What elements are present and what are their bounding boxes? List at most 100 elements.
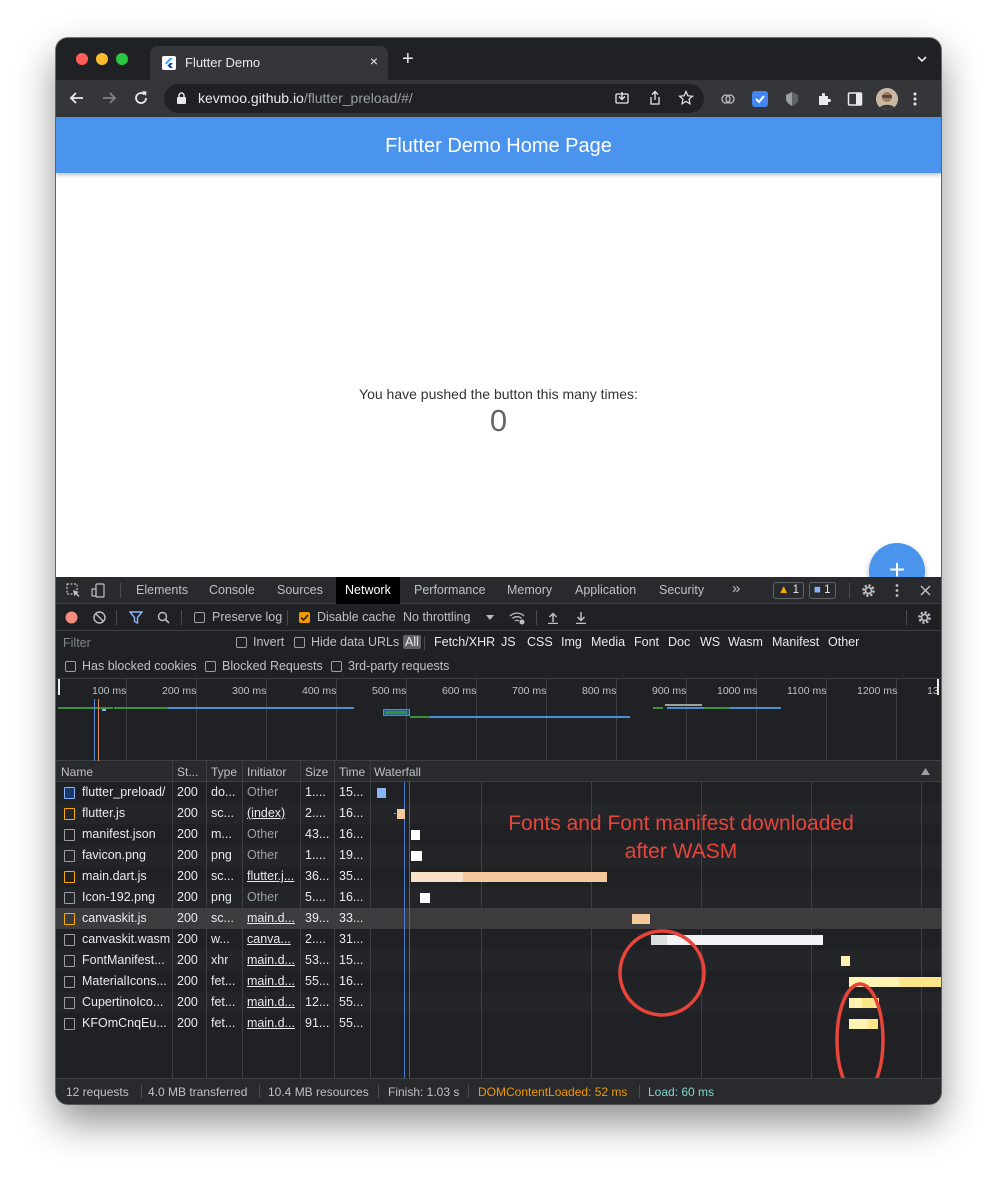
- settings-gear-icon[interactable]: [861, 583, 876, 598]
- filter-type-wasm[interactable]: Wasm: [726, 635, 765, 649]
- extension-shield-icon[interactable]: [784, 91, 800, 107]
- tab-elements[interactable]: Elements: [136, 583, 188, 597]
- extension-checkmark-icon[interactable]: [752, 91, 768, 107]
- column-header-status[interactable]: St...: [177, 765, 198, 779]
- warnings-badge[interactable]: ▲ 1: [773, 582, 804, 599]
- forward-arrow-icon[interactable]: [100, 89, 118, 107]
- filter-type-doc[interactable]: Doc: [666, 635, 692, 649]
- side-panel-icon[interactable]: [847, 91, 863, 107]
- hide-data-urls-label: Hide data URLs: [311, 635, 400, 649]
- request-initiator-link[interactable]: main.d...: [247, 911, 299, 925]
- has-blocked-cookies-checkbox[interactable]: [65, 661, 76, 672]
- dom-content-loaded-line: [404, 782, 405, 1078]
- close-window-button[interactable]: [76, 53, 88, 65]
- preserve-log-checkbox[interactable]: [194, 612, 205, 623]
- column-header-initiator[interactable]: Initiator: [247, 765, 286, 779]
- column-header-size[interactable]: Size: [305, 765, 328, 779]
- back-arrow-icon[interactable]: [68, 89, 86, 107]
- install-app-icon[interactable]: [614, 90, 630, 106]
- overview-handle-right[interactable]: [937, 679, 939, 695]
- request-initiator-link[interactable]: main.d...: [247, 974, 299, 988]
- disable-cache-label: Disable cache: [317, 610, 396, 624]
- share-icon[interactable]: [647, 90, 663, 106]
- timeline-overview[interactable]: 100 ms 200 ms 300 ms 400 ms 500 ms 600 m…: [56, 679, 941, 761]
- devtools-menu-icon[interactable]: [895, 583, 899, 598]
- filter-type-css[interactable]: CSS: [525, 635, 555, 649]
- extensions-puzzle-icon[interactable]: [816, 91, 832, 107]
- filter-type-other[interactable]: Other: [826, 635, 861, 649]
- more-tabs-button[interactable]: »: [732, 580, 740, 597]
- filter-type-img[interactable]: Img: [559, 635, 584, 649]
- filter-type-manifest[interactable]: Manifest: [770, 635, 821, 649]
- request-initiator-link[interactable]: flutter.j...: [247, 869, 299, 883]
- request-type: do...: [211, 785, 236, 799]
- overview-tick-label: 1200 ms: [857, 685, 898, 697]
- third-party-checkbox[interactable]: [331, 661, 342, 672]
- network-conditions-icon[interactable]: [509, 611, 526, 625]
- tab-network[interactable]: Network: [336, 577, 400, 604]
- tab-security[interactable]: Security: [659, 583, 704, 597]
- browser-tab[interactable]: Flutter Demo ×: [150, 46, 388, 80]
- dropdown-arrow-icon[interactable]: [486, 615, 494, 621]
- overview-handle-left[interactable]: [58, 679, 60, 695]
- kebab-menu-icon[interactable]: [912, 91, 918, 107]
- tab-console[interactable]: Console: [209, 583, 255, 597]
- tab-sources[interactable]: Sources: [277, 583, 323, 597]
- request-status: 200: [177, 806, 198, 820]
- script-file-icon: [64, 808, 75, 820]
- overview-tick-label: 100 ms: [92, 685, 127, 697]
- messages-badge[interactable]: ■ 1: [809, 582, 836, 599]
- tab-application[interactable]: Application: [575, 583, 636, 597]
- reload-icon[interactable]: [132, 89, 150, 107]
- clear-icon[interactable]: [93, 611, 106, 624]
- close-devtools-icon[interactable]: [920, 585, 931, 596]
- column-header-time[interactable]: Time: [339, 765, 365, 779]
- record-icon[interactable]: [65, 611, 78, 624]
- request-initiator-link[interactable]: main.d...: [247, 953, 299, 967]
- profile-avatar[interactable]: [876, 88, 898, 110]
- tab-search-chevron-icon[interactable]: [917, 54, 927, 64]
- filter-type-font[interactable]: Font: [632, 635, 661, 649]
- bookmark-star-icon[interactable]: [678, 90, 694, 106]
- filter-funnel-icon[interactable]: [129, 611, 143, 624]
- filter-type-media[interactable]: Media: [589, 635, 627, 649]
- filter-type-ws[interactable]: WS: [698, 635, 722, 649]
- disable-cache-checkbox[interactable]: [299, 612, 310, 623]
- request-initiator-link[interactable]: (index): [247, 806, 299, 820]
- address-bar[interactable]: kevmoo.github.io/flutter_preload/#/: [164, 84, 704, 113]
- request-initiator-link[interactable]: main.d...: [247, 995, 299, 1009]
- filter-type-all[interactable]: All: [403, 635, 421, 649]
- url-text[interactable]: kevmoo.github.io/flutter_preload/#/: [198, 90, 413, 106]
- sort-ascending-icon[interactable]: [921, 768, 930, 775]
- zoom-window-button[interactable]: [116, 53, 128, 65]
- filter-type-js[interactable]: JS: [499, 635, 518, 649]
- invert-checkbox[interactable]: [236, 637, 247, 648]
- throttling-select[interactable]: No throttling: [403, 610, 470, 624]
- device-toolbar-icon[interactable]: [91, 583, 106, 598]
- new-tab-button[interactable]: +: [402, 49, 414, 69]
- tab-memory[interactable]: Memory: [507, 583, 552, 597]
- lock-icon[interactable]: [176, 92, 187, 105]
- filter-input[interactable]: Filter: [60, 634, 223, 652]
- minimize-window-button[interactable]: [96, 53, 108, 65]
- waterfall-bar: [411, 851, 422, 861]
- tab-performance[interactable]: Performance: [414, 583, 486, 597]
- import-har-icon[interactable]: [547, 611, 559, 624]
- tab-close-icon[interactable]: ×: [370, 53, 378, 69]
- network-settings-gear-icon[interactable]: [917, 610, 932, 625]
- search-icon[interactable]: [157, 611, 170, 624]
- filter-type-fetch-xhr[interactable]: Fetch/XHR: [432, 635, 497, 649]
- inspect-element-icon[interactable]: [66, 583, 81, 598]
- column-header-waterfall[interactable]: Waterfall: [374, 765, 421, 779]
- blocked-requests-checkbox[interactable]: [205, 661, 216, 672]
- request-size: 2....: [305, 806, 326, 820]
- request-name: CupertinoIco...: [82, 995, 164, 1009]
- request-name: FontManifest...: [82, 953, 165, 967]
- extension-circles-icon[interactable]: [720, 91, 736, 107]
- request-initiator-link[interactable]: canva...: [247, 932, 299, 946]
- export-har-icon[interactable]: [575, 611, 587, 624]
- column-header-name[interactable]: Name: [61, 765, 93, 779]
- hide-data-urls-checkbox[interactable]: [294, 637, 305, 648]
- request-initiator-link[interactable]: main.d...: [247, 1016, 299, 1030]
- column-header-type[interactable]: Type: [211, 765, 237, 779]
